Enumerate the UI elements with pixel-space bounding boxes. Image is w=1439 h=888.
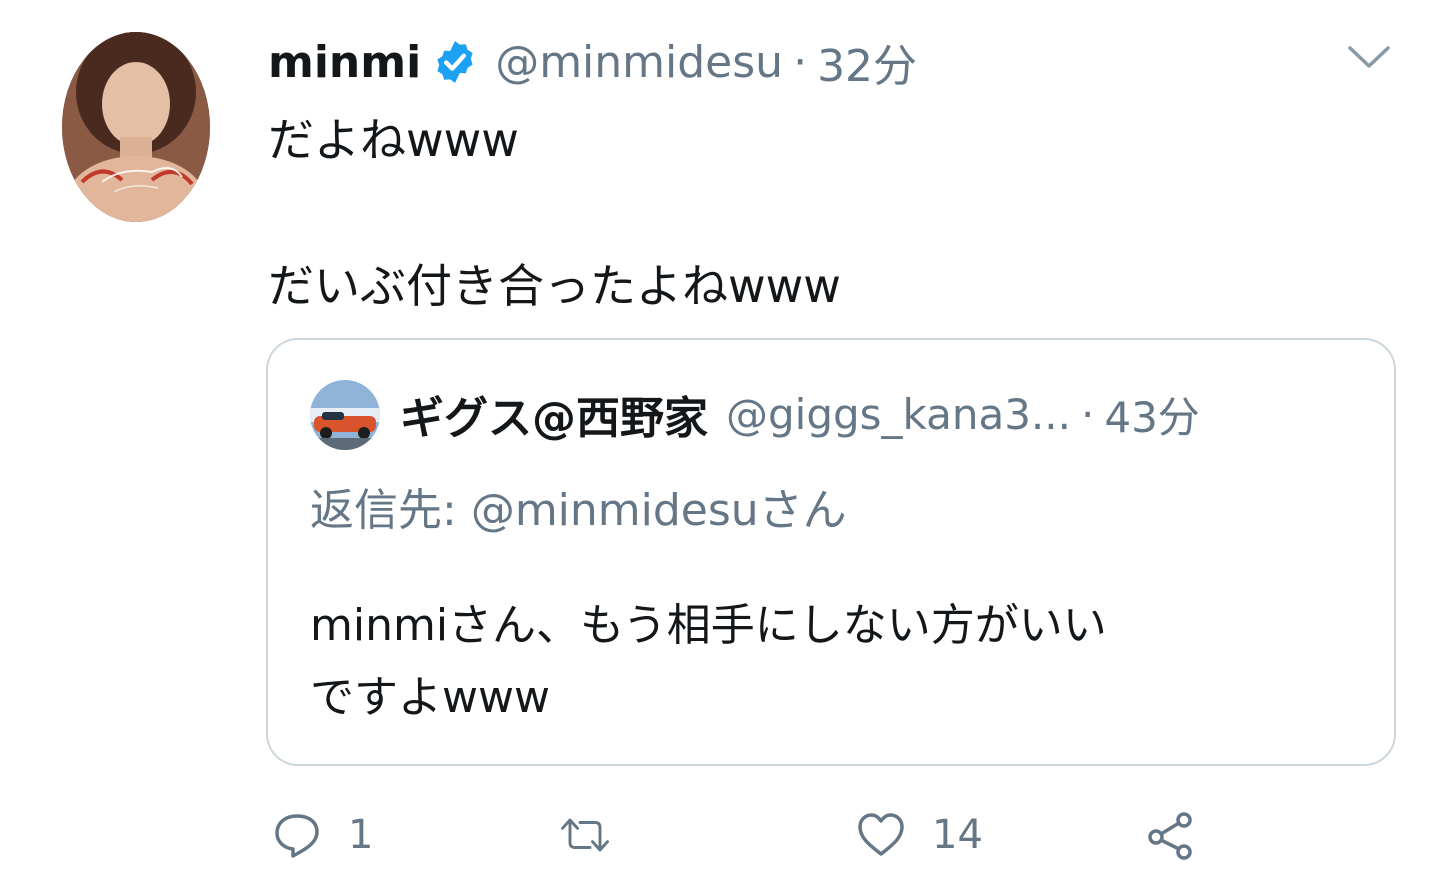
tweet-header: minmi @minmidesu · 32分 — [268, 30, 917, 94]
quoted-avatar[interactable] — [310, 380, 380, 450]
handle[interactable]: @minmidesu — [495, 37, 783, 88]
action-bar: 1 14 — [0, 800, 1439, 880]
timestamp[interactable]: 32分 — [817, 30, 917, 94]
quoted-header: ギグス@西野家 @giggs_kana3... · 43分 — [400, 382, 1200, 446]
share-icon — [1148, 812, 1192, 860]
quoted-text-line: ですよwww — [310, 672, 550, 723]
heart-icon — [858, 813, 904, 856]
like-count: 14 — [932, 812, 983, 858]
quoted-handle[interactable]: @giggs_kana3... — [726, 390, 1071, 439]
retweet-button[interactable] — [560, 810, 636, 860]
separator-dot: · — [793, 36, 808, 88]
tweet[interactable]: minmi @minmidesu · 32分 だよねwww だいぶ付き合ったよね… — [0, 0, 1439, 888]
like-button[interactable]: 14 — [856, 810, 983, 860]
separator-dot: · — [1080, 389, 1095, 439]
quoted-display-name[interactable]: ギグス@西野家 — [400, 382, 708, 446]
avatar[interactable] — [62, 32, 210, 222]
replying-to-handle[interactable]: @minmidesuさん — [471, 485, 847, 536]
quoted-tweet[interactable]: ギグス@西野家 @giggs_kana3... · 43分 返信先: @minm… — [266, 338, 1396, 766]
reply-count: 1 — [348, 812, 374, 858]
chevron-down-icon[interactable] — [1344, 42, 1394, 72]
quoted-text-line: minmiさん、もう相手にしない方がいい — [310, 600, 1107, 651]
reply-button[interactable]: 1 — [272, 810, 373, 860]
share-button[interactable] — [1146, 810, 1196, 860]
replying-to: 返信先: @minmidesuさん — [310, 474, 847, 538]
display-name[interactable]: minmi — [268, 37, 421, 88]
tweet-text-line: だよねwww — [268, 113, 519, 167]
reply-icon — [275, 814, 319, 858]
quoted-timestamp[interactable]: 43分 — [1104, 384, 1199, 445]
tweet-text-line: だいぶ付き合ったよねwww — [268, 259, 841, 313]
verified-badge-icon — [437, 41, 473, 83]
replying-to-label: 返信先: — [310, 485, 471, 536]
retweet-icon — [561, 818, 609, 852]
quoted-text: minmiさん、もう相手にしない方がいい ですよwww — [310, 590, 1370, 734]
